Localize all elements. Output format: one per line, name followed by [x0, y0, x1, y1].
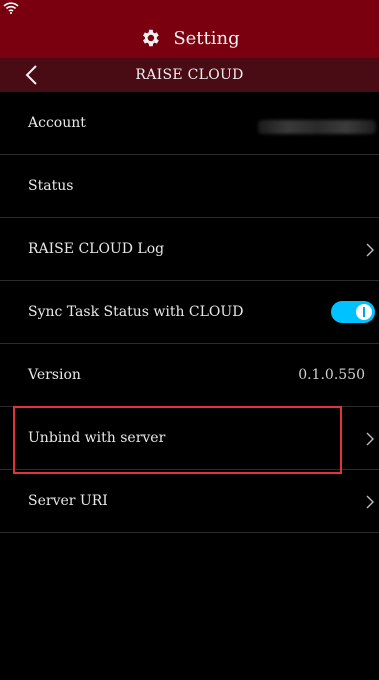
chevron-right-icon	[366, 243, 374, 257]
row-label: RAISE CLOUD Log	[28, 241, 165, 257]
sync-toggle[interactable]	[331, 301, 375, 323]
gear-icon	[143, 29, 160, 47]
version-row: Version 0.1.0.550	[0, 344, 379, 407]
settings-list: Account Status RAISE CLOUD Log Sync Task…	[0, 92, 379, 533]
row-label: Sync Task Status with CLOUD	[28, 304, 244, 320]
row-label: Account	[28, 115, 86, 131]
cloud-log-row[interactable]: RAISE CLOUD Log	[0, 218, 379, 281]
server-uri-row[interactable]: Server URI	[0, 470, 379, 533]
chevron-right-icon	[366, 432, 374, 446]
app-header: Setting	[0, 18, 379, 58]
sub-header: RAISE CLOUD	[0, 58, 379, 92]
status-bar	[0, 0, 379, 18]
row-label: Unbind with server	[28, 430, 166, 446]
page-title: Setting	[173, 27, 240, 49]
wifi-icon	[3, 2, 19, 14]
version-value: 0.1.0.550	[298, 367, 365, 383]
row-label: Status	[28, 178, 74, 194]
row-label: Version	[28, 367, 81, 383]
sync-task-row: Sync Task Status with CLOUD	[0, 281, 379, 344]
unbind-row[interactable]: Unbind with server	[0, 407, 379, 470]
account-value-redacted	[258, 120, 376, 134]
account-row[interactable]: Account	[0, 92, 379, 155]
chevron-left-icon[interactable]	[18, 61, 46, 89]
section-title: RAISE CLOUD	[135, 67, 244, 83]
row-label: Server URI	[28, 493, 108, 509]
status-row[interactable]: Status	[0, 155, 379, 218]
toggle-knob	[356, 304, 372, 320]
chevron-right-icon	[366, 495, 374, 509]
